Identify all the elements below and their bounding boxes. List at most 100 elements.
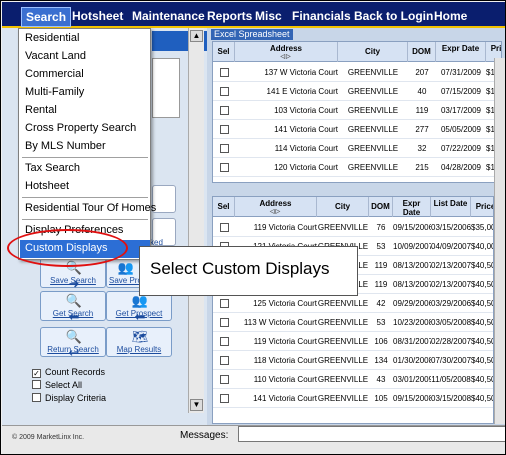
expr-date-cell: 10/09/2007: [393, 242, 431, 251]
list-date-cell: 07/30/2007: [431, 356, 471, 365]
row-select-checkbox[interactable]: [220, 375, 229, 384]
table-row[interactable]: 118 Victoria Court GREENVILLE 134 01/30/200…: [213, 351, 493, 370]
right-scrollbar[interactable]: [494, 58, 505, 424]
menu-item-commercial[interactable]: Commercial: [25, 68, 84, 80]
table-row[interactable]: 120 Victoria Court GREENVILLE 215 04/28/200…: [213, 158, 501, 177]
table-row[interactable]: 137 W Victoria Court GREENVILLE 207 07/31/2…: [213, 63, 501, 82]
table-row[interactable]: 141 Victoria Court GREENVILLE 105 09/15/200…: [213, 389, 493, 408]
address-cell[interactable]: 110 Victoria Court: [233, 370, 317, 389]
row-select-checkbox[interactable]: [220, 299, 229, 308]
row-select-checkbox[interactable]: [220, 163, 229, 172]
address-cell[interactable]: 118 Victoria Court: [233, 351, 317, 370]
menu-item-residential-tour[interactable]: Residential Tour Of Homes: [25, 202, 156, 214]
menu-item-tax-search[interactable]: Tax Search: [25, 162, 80, 174]
address-cell[interactable]: 120 Victoria Court: [235, 158, 338, 177]
menu-home[interactable]: Home: [434, 9, 467, 23]
menu-item-cross-property-search[interactable]: Cross Property Search: [25, 122, 136, 134]
table-row[interactable]: 110 Victoria Court GREENVILLE 43 03/01/2009…: [213, 370, 493, 389]
menu-item-residential[interactable]: Residential: [25, 32, 79, 44]
list-date-cell: 02/28/2007: [431, 337, 471, 346]
col-address[interactable]: Address ◁▷: [235, 42, 338, 62]
menu-item-rental[interactable]: Rental: [25, 104, 57, 116]
sort-arrows-icon[interactable]: ◁▷: [235, 208, 316, 217]
col-address[interactable]: Address ◁▷: [235, 197, 317, 217]
table-row[interactable]: 119 Victoria Court GREENVILLE 76 09/15/2006…: [213, 218, 493, 237]
address-cell[interactable]: 113 W Victoria Court: [233, 313, 317, 332]
row-select-checkbox[interactable]: [220, 68, 229, 77]
row-select-checkbox[interactable]: [220, 394, 229, 403]
results-table-1: Sel Address◁▷ City DOM Expr Date Price 1…: [212, 41, 502, 183]
menu-item-by-mls-number[interactable]: By MLS Number: [25, 140, 106, 152]
expr-date-cell: 09/29/2006: [393, 299, 431, 308]
table-row[interactable]: 103 Victoria Court GREENVILLE 119 03/17/200…: [213, 101, 501, 120]
left-scrollbar[interactable]: ▲ ▼: [188, 28, 204, 413]
row-select-checkbox[interactable]: [220, 318, 229, 327]
row-select-checkbox[interactable]: [220, 125, 229, 134]
menu-item-multi-family[interactable]: Multi-Family: [25, 86, 84, 98]
row-select-checkbox[interactable]: [220, 87, 229, 96]
map-results-icon: 🗺: [131, 329, 149, 344]
table-header: Sel Address ◁▷ City DOM Expr Date List Da…: [213, 197, 493, 217]
table-row[interactable]: 119 Victoria Court GREENVILLE 106 08/31/200…: [213, 332, 493, 351]
table-row[interactable]: 113 W Victoria Court GREENVILLE 53 10/23/20…: [213, 313, 493, 332]
table-row[interactable]: 114 Victoria Court GREENVILLE 32 07/22/2009…: [213, 139, 501, 158]
address-cell[interactable]: 125 Victoria Court: [233, 294, 317, 313]
address-cell[interactable]: 141 E Victoria Court: [235, 82, 338, 101]
messages-field[interactable]: [238, 426, 505, 442]
row-select-checkbox[interactable]: [220, 356, 229, 365]
city-cell: GREENVILLE: [317, 318, 369, 327]
select-all-checkbox[interactable]: Select All: [32, 380, 82, 393]
menu-maintenance[interactable]: Maintenance: [132, 9, 205, 23]
excel-spreadsheet-link[interactable]: Excel Spreadsheet: [211, 29, 293, 40]
get-search-button[interactable]: 🔍⬅ Get Search: [40, 291, 106, 324]
count-records-checkbox[interactable]: ✓ Count Records: [32, 367, 105, 380]
address-cell[interactable]: 141 Victoria Court: [233, 389, 317, 408]
row-select-checkbox[interactable]: [220, 106, 229, 115]
list-date-cell: 11/05/2008: [431, 375, 471, 384]
list-date-cell: 02/13/2007: [431, 280, 471, 289]
scroll-up-icon[interactable]: ▲: [190, 30, 203, 42]
expr-date-cell: 05/05/2009: [440, 125, 482, 134]
address-cell[interactable]: 103 Victoria Court: [235, 101, 338, 120]
table-row[interactable]: 125 Victoria Court GREENVILLE 42 09/29/2006…: [213, 294, 493, 313]
scroll-down-icon[interactable]: ▼: [190, 399, 203, 411]
checkbox-icon[interactable]: [32, 380, 41, 389]
dom-cell: 119: [374, 261, 388, 270]
menu-hotsheet[interactable]: Hotsheet: [72, 9, 123, 23]
menu-item-hotsheet[interactable]: Hotsheet: [25, 180, 69, 192]
checkbox-checked-icon[interactable]: ✓: [32, 369, 41, 378]
price-cell: $35,000: [471, 223, 493, 232]
dom-cell: 42: [376, 299, 386, 308]
address-cell[interactable]: 141 Victoria Court: [235, 120, 338, 139]
table-row[interactable]: 141 Victoria Court GREENVILLE 277 05/05/200…: [213, 120, 501, 139]
address-cell[interactable]: 114 Victoria Court: [235, 139, 338, 158]
menu-financials[interactable]: Financials: [292, 9, 351, 23]
results-area: Excel Spreadsheet Sel Address ◁▷ City DOM…: [207, 28, 505, 425]
address-cell[interactable]: 119 Victoria Court: [233, 218, 317, 237]
address-cell[interactable]: 137 W Victoria Court: [235, 63, 338, 82]
menu-reports[interactable]: Reports: [207, 9, 252, 23]
row-select-checkbox[interactable]: [220, 223, 229, 232]
expr-date-cell: 04/28/2009: [440, 163, 482, 172]
map-results-button[interactable]: 🗺 Map Results: [106, 327, 172, 357]
row-select-checkbox[interactable]: [220, 337, 229, 346]
dom-cell: 106: [374, 337, 388, 346]
menu-back-to-login[interactable]: Back to Login: [354, 9, 433, 23]
panel-input-box[interactable]: [152, 58, 180, 118]
return-search-button[interactable]: 🔍↩ Return Search: [40, 327, 106, 360]
dom-cell: 215: [415, 163, 429, 172]
display-criteria-checkbox[interactable]: Display Criteria: [32, 393, 106, 406]
menu-misc[interactable]: Misc: [255, 9, 282, 23]
sort-arrows-icon[interactable]: ◁▷: [235, 53, 337, 62]
city-cell: GREENVILLE: [347, 68, 399, 77]
menu-search[interactable]: Search: [21, 7, 72, 27]
list-date-cell: 03/05/2008: [431, 318, 471, 327]
menu-item-vacant-land[interactable]: Vacant Land: [25, 50, 86, 62]
menu-separator: [22, 157, 148, 158]
row-select-checkbox[interactable]: [220, 144, 229, 153]
table-row[interactable]: 141 E Victoria Court GREENVILLE 40 07/15/20…: [213, 82, 501, 101]
address-cell[interactable]: 119 Victoria Court: [233, 332, 317, 351]
menu-separator: [22, 219, 148, 220]
checkbox-icon[interactable]: [32, 393, 41, 402]
expr-date-cell: 07/22/2009: [440, 144, 482, 153]
